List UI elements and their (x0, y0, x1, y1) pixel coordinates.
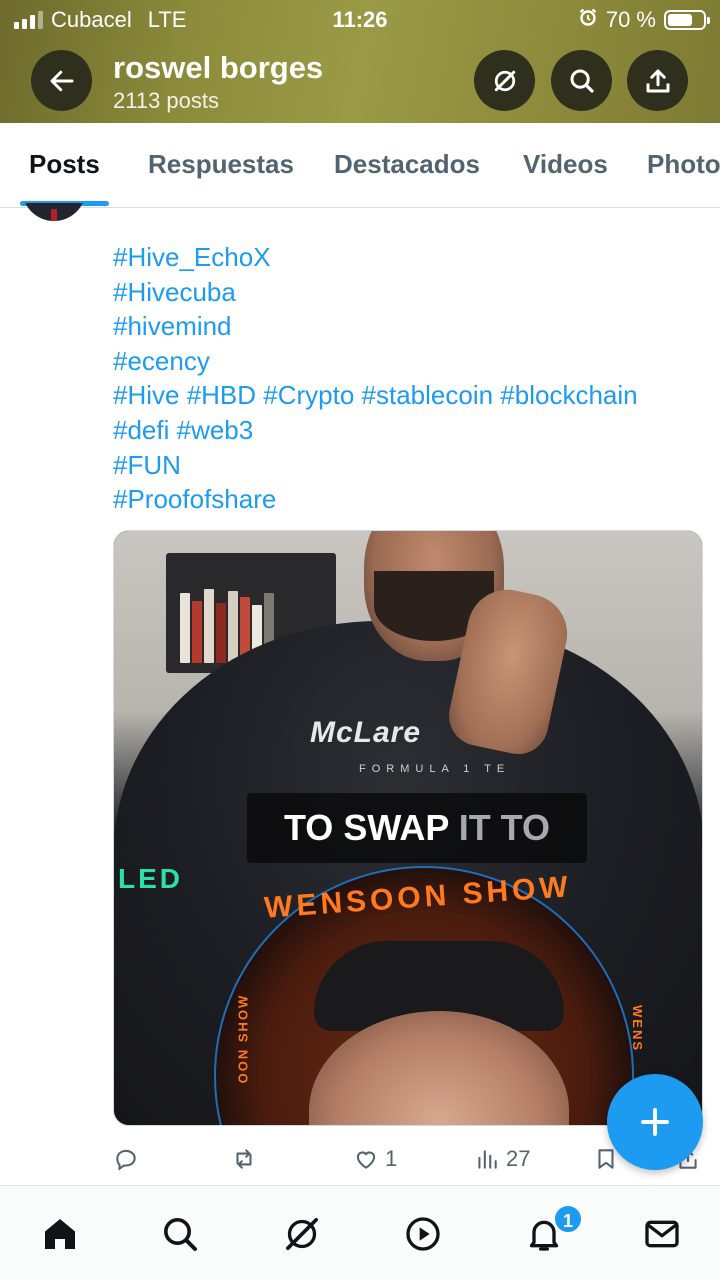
hashtag-line[interactable]: #defi #web3 (113, 413, 638, 448)
alarm-icon (578, 7, 598, 33)
reply-icon (116, 1149, 136, 1171)
show-title-left: OON SHOW (235, 993, 251, 1084)
battery-percent: 70 % (605, 7, 656, 32)
tab-posts[interactable]: Posts (29, 149, 100, 180)
views-count: 27 (506, 1146, 531, 1171)
hashtag-line[interactable]: #Proofofshare (113, 482, 638, 517)
play-icon (406, 1217, 440, 1251)
status-right: 70 % (578, 7, 710, 33)
avatar[interactable] (22, 203, 86, 221)
nav-video[interactable] (401, 1212, 445, 1256)
show-title-right: WENS (630, 1005, 645, 1052)
profile-name: roswel borges (113, 50, 324, 85)
repost-button[interactable] (231, 1146, 263, 1172)
search-icon (164, 1218, 197, 1251)
post-count: 2113 posts (113, 88, 220, 113)
hashtag-line[interactable]: #Hive_EchoX (113, 240, 638, 275)
bottom-navigation (0, 1185, 720, 1280)
arrow-left-icon (50, 70, 73, 91)
tab-highlights[interactable]: Destacados (334, 149, 480, 180)
heart-icon (356, 1151, 376, 1169)
grok-icon (286, 1218, 318, 1250)
grok-icon (494, 70, 515, 91)
back-button[interactable] (31, 50, 92, 111)
nav-messages[interactable] (640, 1212, 684, 1256)
caption-bright: TO SWAP (283, 807, 449, 848)
hashtag-line[interactable]: #hivemind (113, 309, 638, 344)
hoodie-sublogo: FORMULA 1 TE (359, 763, 511, 775)
post-hashtags: #Hive_EchoX #Hivecuba #hivemind #ecency … (113, 240, 638, 517)
hashtag-line[interactable]: #ecency (113, 344, 638, 379)
nav-grok[interactable] (280, 1212, 324, 1256)
search-button[interactable] (551, 50, 612, 111)
views-icon (478, 1150, 497, 1169)
hashtag-line[interactable]: #Hivecuba (113, 275, 638, 310)
nav-home[interactable] (38, 1212, 82, 1256)
plus-icon (641, 1108, 669, 1136)
mail-icon (645, 1220, 679, 1248)
like-count: 1 (385, 1146, 398, 1171)
notification-badge: 1 (553, 1204, 583, 1234)
search-icon (570, 69, 594, 93)
status-bar: Cubacel LTE 11:26 70 % (0, 0, 720, 40)
led-sign: LED (118, 863, 183, 894)
repost-icon (236, 1149, 252, 1169)
post-video[interactable]: McLare FORMULA 1 TE TO SWAP IT TO LED WE… (113, 530, 703, 1126)
share-button[interactable] (627, 50, 688, 111)
caption-dim: IT TO (448, 807, 551, 848)
share-icon (646, 69, 669, 92)
home-icon (45, 1219, 75, 1249)
like-button[interactable]: 1 (353, 1146, 397, 1172)
tab-replies[interactable]: Respuestas (148, 149, 294, 180)
grok-button[interactable] (474, 50, 535, 111)
hoodie-logo: McLare (310, 716, 422, 749)
video-caption: TO SWAP IT TO (247, 793, 587, 863)
battery-icon (664, 10, 710, 30)
views-button[interactable]: 27 (474, 1146, 530, 1172)
reply-button[interactable] (113, 1146, 145, 1172)
compose-button[interactable] (607, 1074, 703, 1170)
profile-tabs: Posts Respuestas Destacados Videos Photo… (0, 123, 720, 208)
profile-header: Cubacel LTE 11:26 70 % roswel borges 211… (0, 0, 720, 123)
hashtag-line[interactable]: #FUN (113, 448, 638, 483)
hashtag-line[interactable]: #Hive #HBD #Crypto #stablecoin #blockcha… (113, 378, 638, 413)
tab-videos[interactable]: Videos (523, 149, 608, 180)
profile-title: roswel borges 2113 posts (113, 50, 323, 114)
nav-search[interactable] (158, 1212, 202, 1256)
tab-photos[interactable]: Photos (647, 149, 720, 180)
